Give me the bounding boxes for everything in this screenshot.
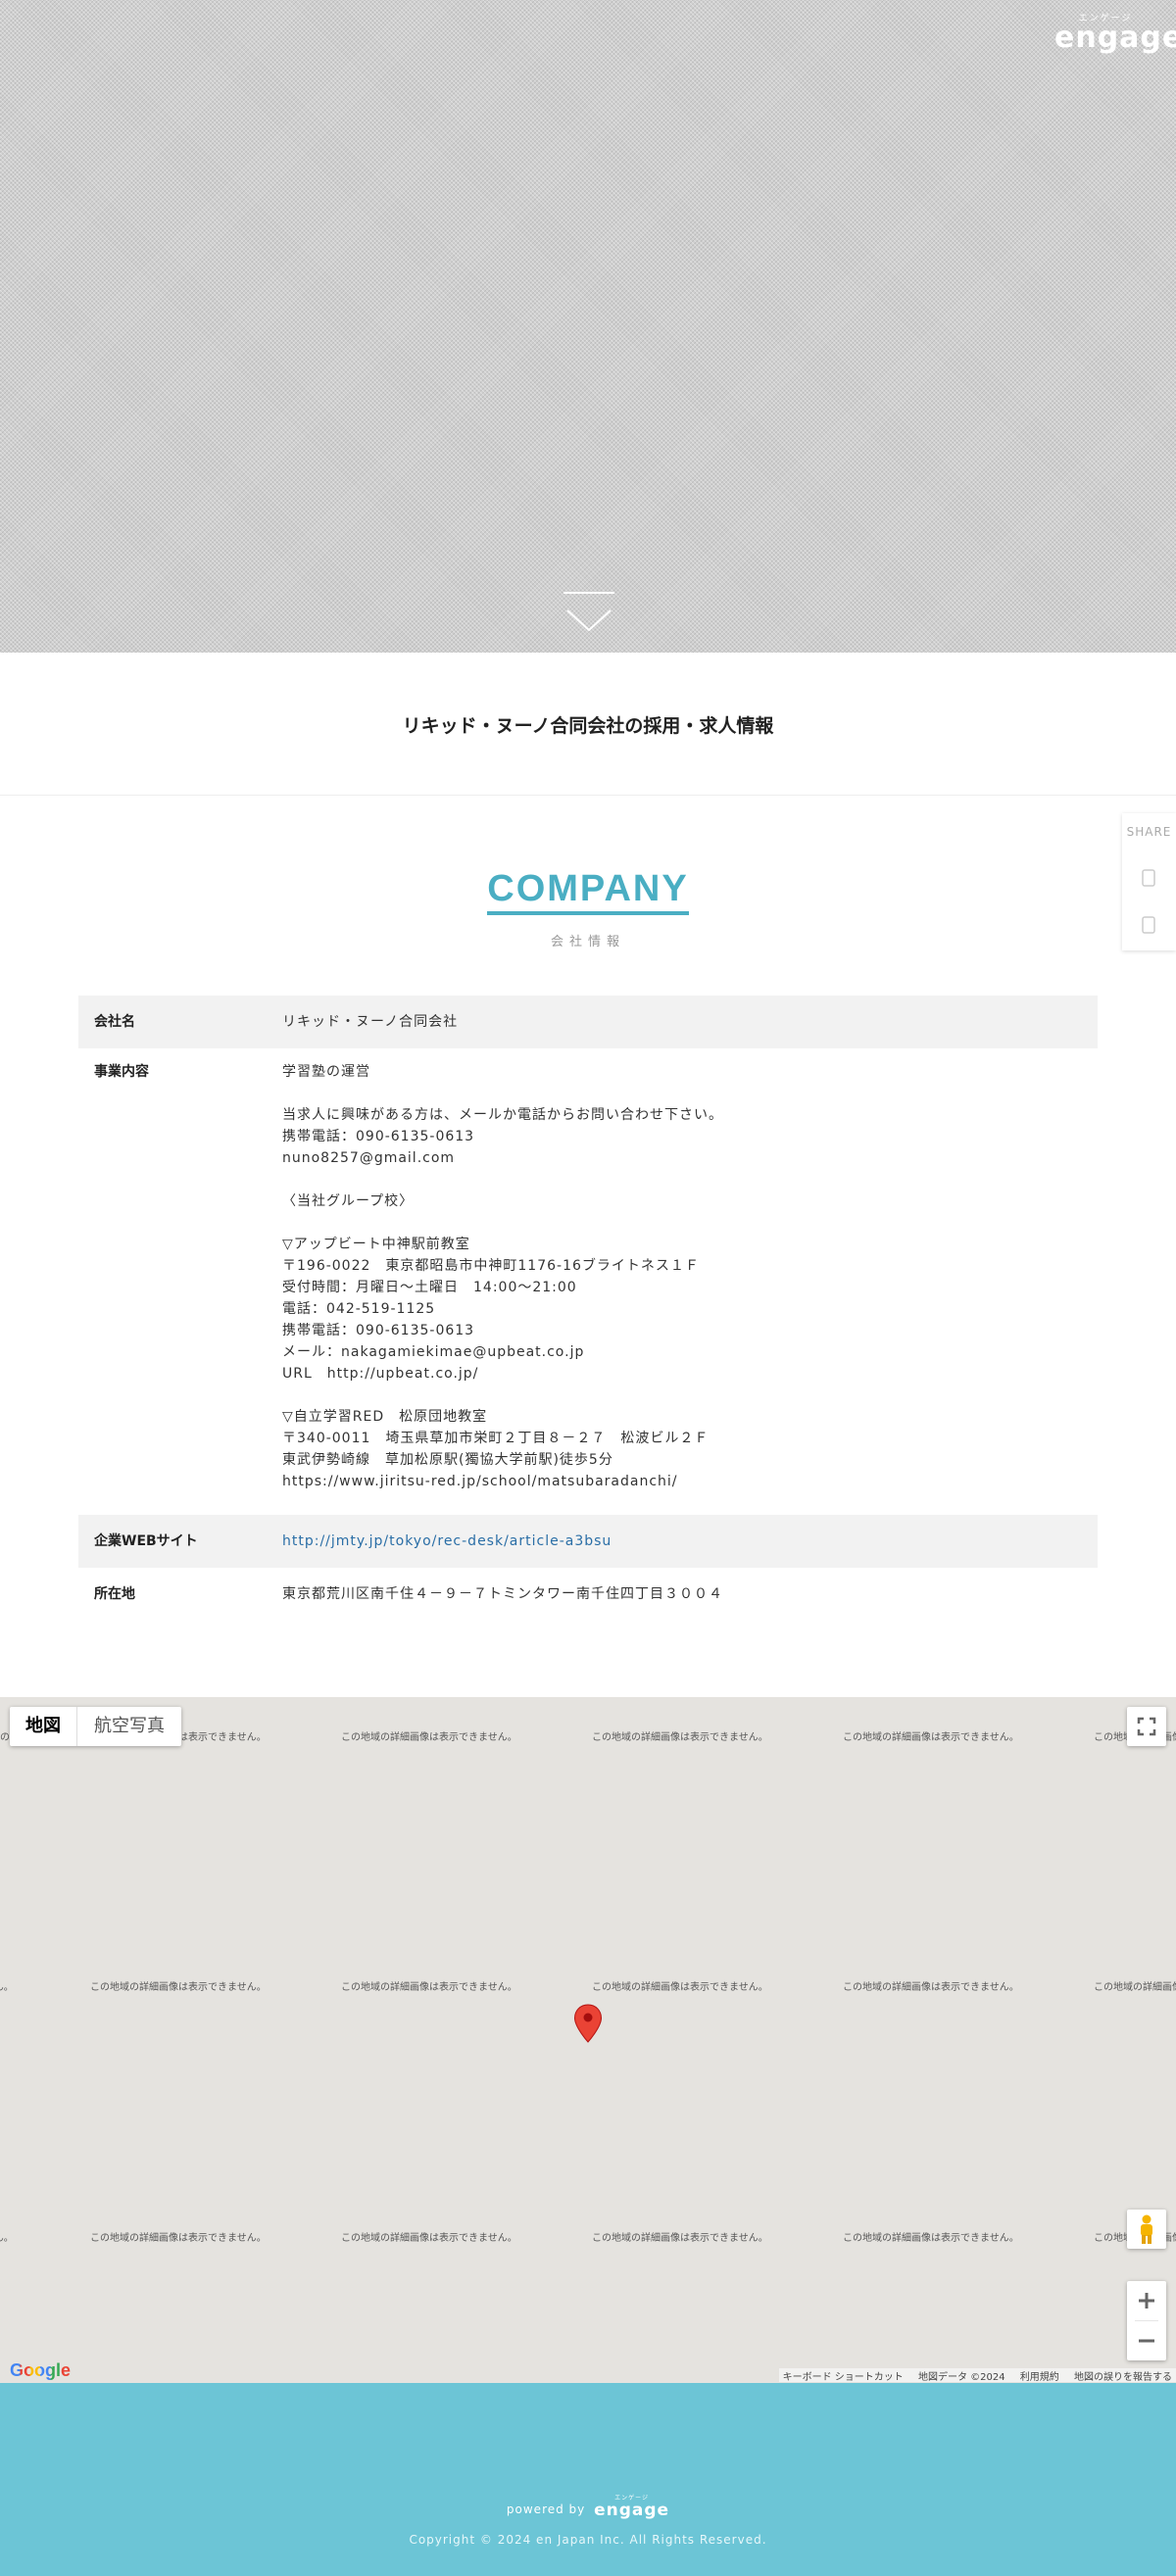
info-value: 東京都荒川区南千住４－９－７トミンタワー南千住四丁目３００４	[282, 1586, 723, 1602]
business-line: 〈当社グループ校〉	[282, 1193, 415, 1209]
scroll-down-icon[interactable]	[564, 591, 614, 636]
map-tile-message: この地域の詳細画像は表示できません。	[843, 2233, 1019, 2244]
map-tile-message: この地域の詳細画像は表示できません。	[843, 1732, 1019, 1743]
business-line: 携帯電話：090-6135-0613	[282, 1129, 475, 1144]
map-attribution: キーボード ショートカット 地図データ ©2024 利用規約 地図の誤りを報告す…	[778, 2368, 1176, 2383]
info-row-name: 会社名 リキッド・ヌーノ合同会社	[78, 996, 1098, 1048]
footer-logo-word: engage	[594, 2501, 670, 2520]
fullscreen-button[interactable]	[1127, 1707, 1166, 1746]
footer: powered by エンゲージ engage Copyright © 2024…	[0, 2383, 1176, 2576]
fullscreen-icon	[1137, 1717, 1156, 1736]
business-line: メール：nakagamiekimae@upbeat.co.jp	[282, 1344, 585, 1360]
terms-link[interactable]: 利用規約	[1020, 2372, 1059, 2383]
map-type-map-button[interactable]: 地図	[10, 1707, 77, 1746]
info-value: http://jmty.jp/tokyo/rec-desk/article-a3…	[282, 1515, 1098, 1568]
map-tile-message: この地域の詳細画像は表示できません。	[592, 1732, 768, 1743]
company-heading-ja: 会社情報	[550, 935, 625, 949]
info-label: 事業内容	[94, 1064, 149, 1080]
map-tile-message: この地域の詳細画像は表示できません。	[341, 1982, 517, 1993]
copyright: Copyright © 2024 en Japan Inc. All Right…	[409, 2533, 767, 2547]
info-label: 会社名	[94, 1014, 135, 1030]
google-logo[interactable]: Google	[10, 2360, 71, 2381]
info-row-business: 事業内容 学習塾の運営 当求人に興味がある方は、メールか電話からお問い合わせ下さ…	[78, 1048, 1098, 1515]
engage-logo[interactable]: エンゲージ engage	[1054, 14, 1176, 55]
info-row-address: 所在地 東京都荒川区南千住４－９－７トミンタワー南千住四丁目３００４	[78, 1568, 1098, 1621]
keyboard-shortcuts-link[interactable]: キーボード ショートカット	[783, 2372, 904, 2383]
business-line: 学習塾の運営	[282, 1064, 370, 1080]
company-heading-en: COMPANY	[487, 867, 689, 915]
business-line: https://www.jiritsu-red.jp/school/matsub…	[282, 1474, 678, 1489]
map-tile-message: この地域の詳細画像は表示できません。	[843, 1982, 1019, 1993]
business-line: ▽自立学習RED 松原団地教室	[282, 1409, 488, 1425]
report-error-link[interactable]: 地図の誤りを報告する	[1074, 2372, 1172, 2383]
map-tile-message: この地域の詳細画像は表示できません。	[592, 1982, 768, 1993]
footer-logo-kana: エンゲージ	[614, 2495, 650, 2502]
business-line: URL http://upbeat.co.jp/	[282, 1366, 479, 1382]
company-heading: COMPANY 会社情報	[0, 867, 1176, 949]
powered-by: powered by エンゲージ engage	[0, 2495, 1176, 2520]
business-line	[282, 1083, 1098, 1104]
business-line: 当求人に興味がある方は、メールか電話からお問い合わせ下さい。	[282, 1107, 723, 1123]
page-title-section: リキッド・ヌーノ合同会社の採用・求人情報	[0, 653, 1176, 796]
website-link[interactable]: http://jmty.jp/tokyo/rec-desk/article-a3…	[282, 1533, 612, 1549]
page-title: リキッド・ヌーノ合同会社の採用・求人情報	[402, 715, 774, 737]
footer-engage-logo[interactable]: エンゲージ engage	[594, 2495, 670, 2520]
map-type-satellite-button[interactable]: 航空写真	[77, 1707, 181, 1746]
business-line: 受付時間：月曜日～土曜日 14:00～21:00	[282, 1280, 577, 1295]
logo-word: engage	[1054, 21, 1176, 55]
map-tile-message: この地域の詳細画像は表示できません。	[0, 1982, 14, 1993]
business-line: nuno8257@gmail.com	[282, 1150, 456, 1166]
powered-by-text: powered by	[506, 2503, 586, 2516]
map-tile-message: この地域の詳細画像は表示できません。	[341, 2233, 517, 2244]
share-label: SHARE	[1126, 825, 1172, 839]
map-type-control: 地図 航空写真	[10, 1707, 181, 1746]
map-data-text: 地図データ ©2024	[917, 2372, 1005, 2383]
map-tile-message: この地域の詳細画像は表示できません。	[592, 2233, 768, 2244]
info-label: 企業WEBサイト	[94, 1533, 198, 1549]
map-marker-icon[interactable]	[573, 2004, 603, 2043]
zoom-control	[1127, 2281, 1166, 2360]
business-line: 携帯電話：090-6135-0613	[282, 1323, 475, 1338]
map-tile-message: この地域の詳細画像は表示できません。	[341, 1732, 517, 1743]
business-line: 〒196-0022 東京都昭島市中神町1176-16ブライトネス１Ｆ	[282, 1258, 700, 1274]
info-label: 所在地	[94, 1586, 135, 1602]
map-tile-message: この地域の詳細画像は表示できません。	[1094, 1982, 1176, 1993]
business-line: ▽アップビート中神駅前教室	[282, 1237, 470, 1252]
company-info-table: 会社名 リキッド・ヌーノ合同会社 事業内容 学習塾の運営 当求人に興味がある方は…	[78, 996, 1098, 1621]
zoom-out-button[interactable]	[1127, 2321, 1166, 2360]
business-line	[282, 1169, 1098, 1191]
zoom-in-button[interactable]	[1127, 2281, 1166, 2320]
google-logo-text: Google	[10, 2360, 71, 2380]
map-tile-message: この地域の詳細画像は表示できません。	[0, 2233, 14, 2244]
business-line: 〒340-0011 埼玉県草加市栄町２丁目８－２７ 松波ビル２Ｆ	[282, 1431, 710, 1446]
info-value: リキッド・ヌーノ合同会社	[282, 1014, 459, 1030]
map-tile-message: この地域の詳細画像は表示できません。	[90, 2233, 267, 2244]
hero-image: エンゲージ engage	[0, 0, 1176, 653]
map-tile-message: この地域の詳細画像は表示できません。	[90, 1982, 267, 1993]
street-view-button[interactable]	[1127, 2210, 1166, 2249]
business-line: 東武伊勢崎線 草加松原駅(獨協大学前駅)徒歩5分	[282, 1452, 613, 1468]
pegman-icon	[1141, 2214, 1152, 2244]
info-value-business: 学習塾の運営 当求人に興味がある方は、メールか電話からお問い合わせ下さい。 携帯…	[282, 1061, 1098, 1515]
business-line	[282, 1385, 1098, 1406]
business-line: 電話：042-519-1125	[282, 1301, 436, 1317]
info-row-website: 企業WEBサイト http://jmty.jp/tokyo/rec-desk/a…	[78, 1515, 1098, 1568]
business-line	[282, 1212, 1098, 1234]
